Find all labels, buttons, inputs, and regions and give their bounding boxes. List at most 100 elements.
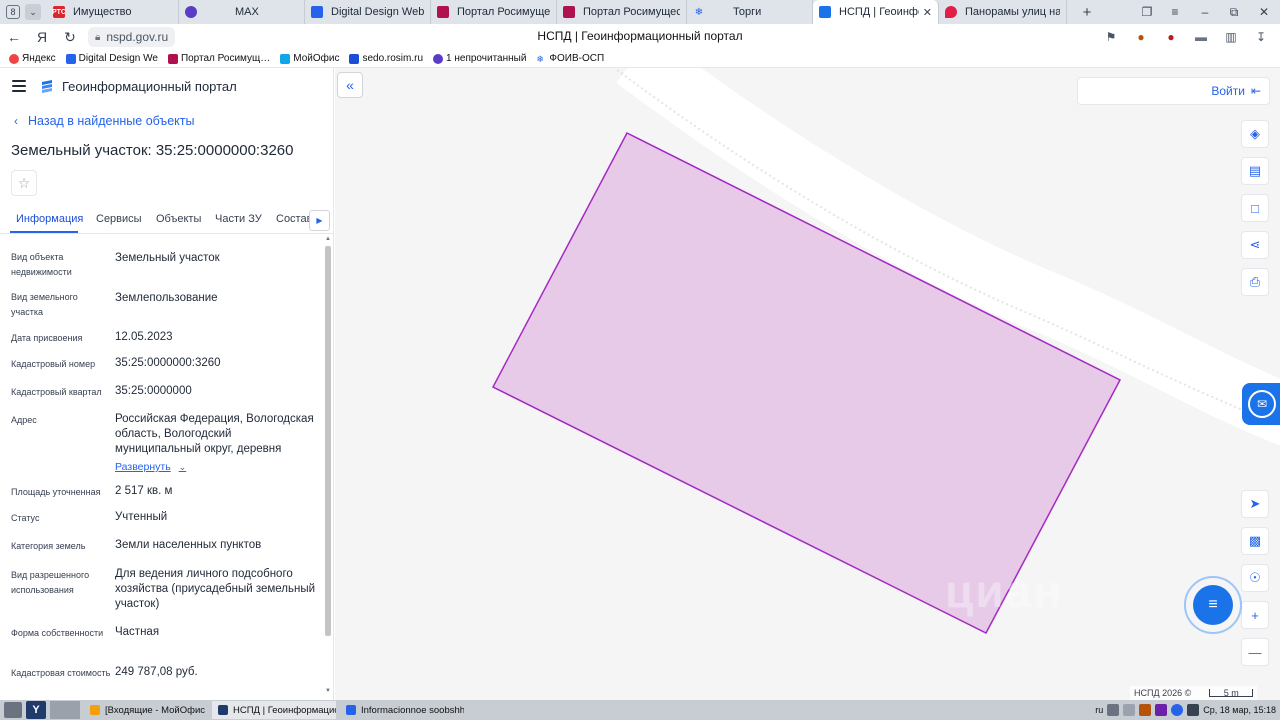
- map-footer: НСПД 2026 © 5 m: [1130, 686, 1258, 700]
- support-chat-widget[interactable]: ✉: [1242, 383, 1280, 425]
- volume-icon[interactable]: [1123, 704, 1136, 716]
- collapse-panel-button[interactable]: «: [337, 72, 363, 98]
- select-area-button[interactable]: □: [1241, 194, 1269, 222]
- zoom-out-button[interactable]: —: [1241, 638, 1269, 666]
- keyboard-layout[interactable]: ru: [1095, 705, 1103, 715]
- reload-button[interactable]: ↻: [56, 24, 84, 50]
- bookmark-digital-design[interactable]: Digital Design We: [65, 53, 158, 64]
- close-icon[interactable]: ✕: [923, 6, 932, 19]
- rosim-icon: [437, 6, 449, 18]
- close-window-button[interactable]: ✕: [1250, 0, 1278, 24]
- navigate-button[interactable]: ➤: [1241, 490, 1269, 518]
- tab-counter[interactable]: 8: [6, 5, 20, 19]
- zoom-in-button[interactable]: +: [1241, 601, 1269, 629]
- tab-parcel-parts[interactable]: Части ЗУ: [215, 213, 262, 225]
- scroll-up-arrow[interactable]: ▲: [324, 236, 332, 244]
- lock-icon: 🔒︎: [95, 31, 101, 43]
- nspd-logo-icon: [42, 80, 52, 93]
- bookmark-label: Яндекс: [22, 53, 56, 64]
- property-value: Для ведения личного подсобного хозяйства…: [115, 568, 316, 610]
- extension-icon[interactable]: ●: [1160, 26, 1182, 48]
- bookmark-myoffice[interactable]: МойОфис: [280, 53, 339, 64]
- document-icon: [65, 53, 76, 64]
- taskbar-task[interactable]: [Входящие - МойОфис П...: [84, 701, 208, 719]
- menu-icon[interactable]: [12, 80, 26, 92]
- network-icon[interactable]: [1107, 704, 1120, 716]
- display-icon[interactable]: [1187, 704, 1200, 716]
- cloud-icon: [280, 53, 291, 64]
- browser-tab[interactable]: MAX: [179, 0, 305, 24]
- bookmark-icon[interactable]: ⚑: [1100, 26, 1122, 48]
- clipboard-icon[interactable]: [1139, 704, 1152, 716]
- tab-list-dropdown[interactable]: ⌄: [25, 4, 41, 20]
- browser-tab-active[interactable]: НСПД | Геоинформационный ✕: [813, 0, 939, 24]
- tabs-scroll-right-button[interactable]: ▶: [309, 210, 330, 231]
- bookmark-rosim-portal[interactable]: Портал Росимущ…: [167, 53, 271, 64]
- print-button[interactable]: ⎙: [1241, 268, 1269, 296]
- yandex-launcher-icon[interactable]: Y: [26, 701, 46, 719]
- layers-icon: ◈: [1250, 126, 1260, 141]
- info-tabs: Информация Сервисы Объекты Части ЗУ Сост…: [0, 208, 333, 234]
- bookmark-yandex[interactable]: Яндекс: [9, 53, 56, 64]
- tab-objects[interactable]: Объекты: [156, 213, 201, 225]
- system-tray: ru Ср, 18 мар, 15:18: [1095, 701, 1276, 719]
- favorite-star-button[interactable]: ☆: [11, 170, 37, 196]
- property-label: Кадастровая стоимость: [11, 668, 111, 678]
- translate-icon[interactable]: ▥: [1220, 26, 1242, 48]
- bookmark-label: Портал Росимущ…: [180, 53, 271, 64]
- scroll-down-arrow[interactable]: ▼: [324, 688, 332, 696]
- back-to-results-link[interactable]: ‹ Назад в найденные объекты: [14, 114, 194, 128]
- url-text: nspd.gov.ru: [106, 30, 169, 44]
- zoom-in-icon: +: [1251, 607, 1259, 623]
- chevron-left-icon: ‹: [14, 114, 18, 128]
- feedback-fab-button[interactable]: ≡: [1184, 576, 1242, 634]
- map-canvas[interactable]: циан « Войти ⇤ ◈ ▤ □ ⋖ ⎙ ✉ ➤ ▩ ☉ + — ≡ Н…: [335, 68, 1280, 700]
- expand-address-link[interactable]: Развернуть ⌄: [115, 461, 186, 473]
- bookmark-sedo[interactable]: sedo.rosim.ru: [349, 53, 423, 64]
- taskbar-task[interactable]: Informacionnoe soobshhe...: [340, 701, 464, 719]
- locate-button[interactable]: ☉: [1241, 564, 1269, 592]
- share-button[interactable]: ⋖: [1241, 231, 1269, 259]
- yandex-icon[interactable]: Я: [28, 24, 56, 50]
- taskbar-task-active[interactable]: НСПД | Геоинформацио...: [212, 701, 336, 719]
- url-field[interactable]: 🔒︎ nspd.gov.ru: [88, 27, 176, 47]
- scroll-thumb[interactable]: [325, 246, 331, 636]
- browser-tab[interactable]: РТС Имущество: [47, 0, 179, 24]
- browser-tab[interactable]: ❄ Торги: [687, 0, 813, 24]
- downloads-icon[interactable]: ↧: [1250, 26, 1272, 48]
- layers-button[interactable]: ◈: [1241, 120, 1269, 148]
- login-button[interactable]: Войти ⇤: [1077, 77, 1270, 105]
- start-menu-button[interactable]: [4, 702, 22, 718]
- browser-tab[interactable]: Digital Design Web Client: [305, 0, 431, 24]
- taskbar-task-label: Informacionnoe soobshhe...: [361, 704, 464, 716]
- app-tray-icon[interactable]: [1155, 704, 1168, 716]
- minimize-button[interactable]: –: [1191, 0, 1219, 24]
- new-tab-button[interactable]: +: [1075, 0, 1099, 24]
- tab-title: Портал Росимущества: [457, 6, 550, 18]
- browser-tab[interactable]: Портал Росимущества: [431, 0, 557, 24]
- browser-tab[interactable]: Панорамы улиц на карте: [939, 0, 1067, 24]
- tab-information[interactable]: Информация: [16, 213, 83, 225]
- property-value: Частная: [115, 626, 160, 638]
- taskbar-task-label: НСПД | Геоинформацио...: [233, 704, 336, 716]
- tab-title: Портал Росимущества: [583, 6, 680, 18]
- minimap-button[interactable]: ▩: [1241, 527, 1269, 555]
- browser-tab[interactable]: Портал Росимущества: [557, 0, 687, 24]
- panel-scrollbar[interactable]: ▲ ▼: [324, 236, 332, 698]
- clock[interactable]: Ср, 18 мар, 15:18: [1203, 705, 1276, 715]
- extension-icon[interactable]: ●: [1130, 26, 1152, 48]
- bookmark-unread[interactable]: 1 непрочитанный: [433, 53, 526, 64]
- measure-button[interactable]: ▤: [1241, 157, 1269, 185]
- map-copyright: НСПД 2026 ©: [1134, 688, 1192, 698]
- back-button[interactable]: ←: [0, 24, 28, 50]
- menu-icon[interactable]: ≡: [1161, 0, 1189, 24]
- restore-button[interactable]: ⧉: [1220, 0, 1248, 24]
- hp-icon[interactable]: [1171, 704, 1184, 716]
- tab-groups-icon[interactable]: ❐: [1133, 0, 1161, 24]
- yandex-icon: [9, 53, 19, 64]
- property-label: Дата присвоения: [11, 333, 83, 343]
- tab-composition[interactable]: Состав: [276, 213, 312, 225]
- tab-services[interactable]: Сервисы: [96, 213, 142, 225]
- extension-icon[interactable]: ▬: [1190, 26, 1212, 48]
- bookmark-foiv[interactable]: ❄ ФОИВ-ОСП: [536, 53, 604, 64]
